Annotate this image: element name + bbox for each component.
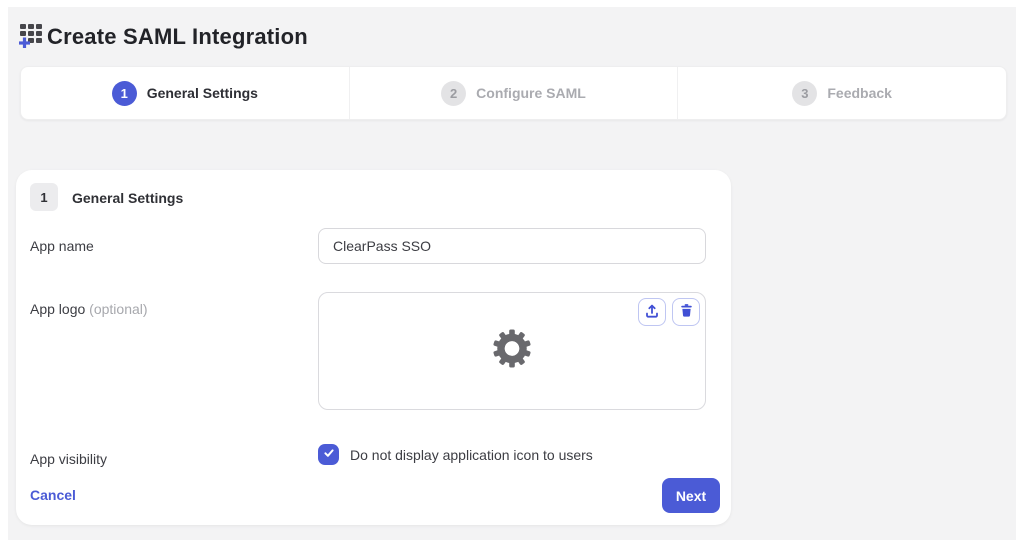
upload-logo-button[interactable] — [638, 298, 666, 326]
optional-hint: (optional) — [89, 301, 147, 317]
gear-icon — [492, 329, 532, 374]
section-title: General Settings — [72, 190, 183, 206]
step-number-badge: 1 — [112, 81, 137, 106]
cancel-link[interactable]: Cancel — [30, 487, 76, 503]
app-name-input[interactable] — [318, 228, 706, 264]
check-icon — [323, 446, 335, 464]
page-background: Create SAML Integration 1 General Settin… — [8, 7, 1016, 540]
wizard-stepper: 1 General Settings 2 Configure SAML 3 Fe… — [20, 66, 1007, 120]
delete-logo-button[interactable] — [672, 298, 700, 326]
step-tab-general-settings[interactable]: 1 General Settings — [21, 67, 349, 119]
step-label: Configure SAML — [476, 85, 586, 101]
step-label: General Settings — [147, 85, 258, 101]
page-title: Create SAML Integration — [47, 24, 308, 50]
step-number-badge: 3 — [792, 81, 817, 106]
app-logo-label: App logo (optional) — [30, 301, 148, 317]
step-tab-feedback[interactable]: 3 Feedback — [677, 67, 1006, 119]
upload-icon — [644, 303, 660, 322]
app-visibility-label: App visibility — [30, 451, 107, 467]
step-label: Feedback — [827, 85, 892, 101]
app-name-label: App name — [30, 238, 94, 254]
general-settings-card: 1 General Settings App name App logo (op… — [16, 170, 731, 525]
app-visibility-checkbox[interactable] — [318, 444, 339, 465]
step-tab-configure-saml[interactable]: 2 Configure SAML — [349, 67, 678, 119]
app-visibility-control: Do not display application icon to users — [318, 444, 593, 465]
next-button[interactable]: Next — [662, 478, 720, 513]
step-number-badge: 2 — [441, 81, 466, 106]
section-number-badge: 1 — [30, 183, 58, 211]
app-grid-add-icon — [18, 21, 45, 53]
page-header: Create SAML Integration — [18, 21, 308, 53]
logo-actions — [638, 298, 700, 326]
trash-icon — [679, 303, 694, 321]
app-logo-dropzone[interactable] — [318, 292, 706, 410]
app-visibility-checkbox-label: Do not display application icon to users — [350, 447, 593, 463]
